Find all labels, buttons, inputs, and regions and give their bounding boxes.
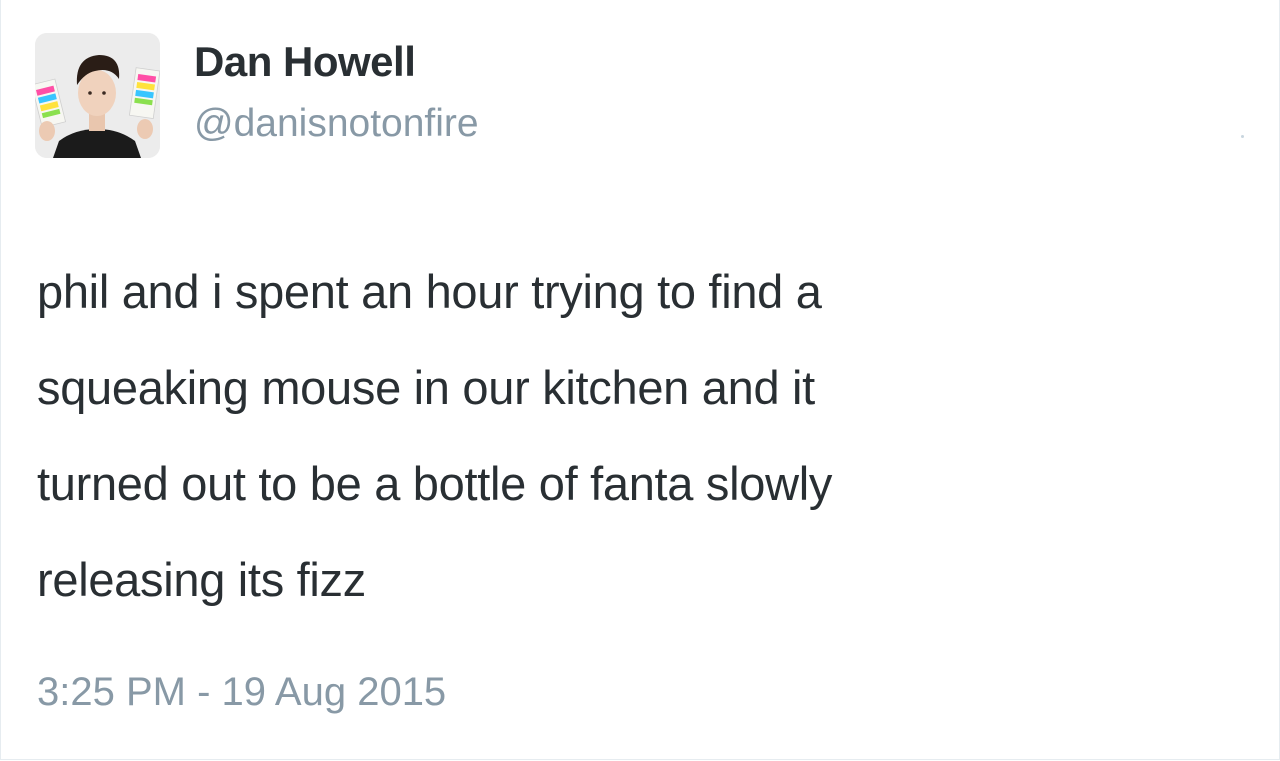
tweet-text-line: squeaking mouse in our kitchen and it (37, 361, 815, 414)
profile-photo-icon (35, 33, 160, 158)
tweet-text-line: releasing its fizz (37, 553, 366, 606)
avatar[interactable] (35, 33, 160, 158)
author-handle[interactable]: @danisnotonfire (194, 100, 479, 148)
author-display-name[interactable]: Dan Howell (194, 37, 416, 87)
tweet-text-line: phil and i spent an hour trying to find … (37, 265, 822, 318)
tweet-text: phil and i spent an hour trying to find … (37, 244, 1237, 628)
tweet-text-line: turned out to be a bottle of fanta slowl… (37, 457, 833, 510)
tweet-card: Dan Howell @danisnotonfire phil and i sp… (0, 0, 1280, 760)
tweet-timestamp[interactable]: 3:25 PM - 19 Aug 2015 (37, 664, 446, 720)
caret-dot-icon (1241, 135, 1244, 138)
